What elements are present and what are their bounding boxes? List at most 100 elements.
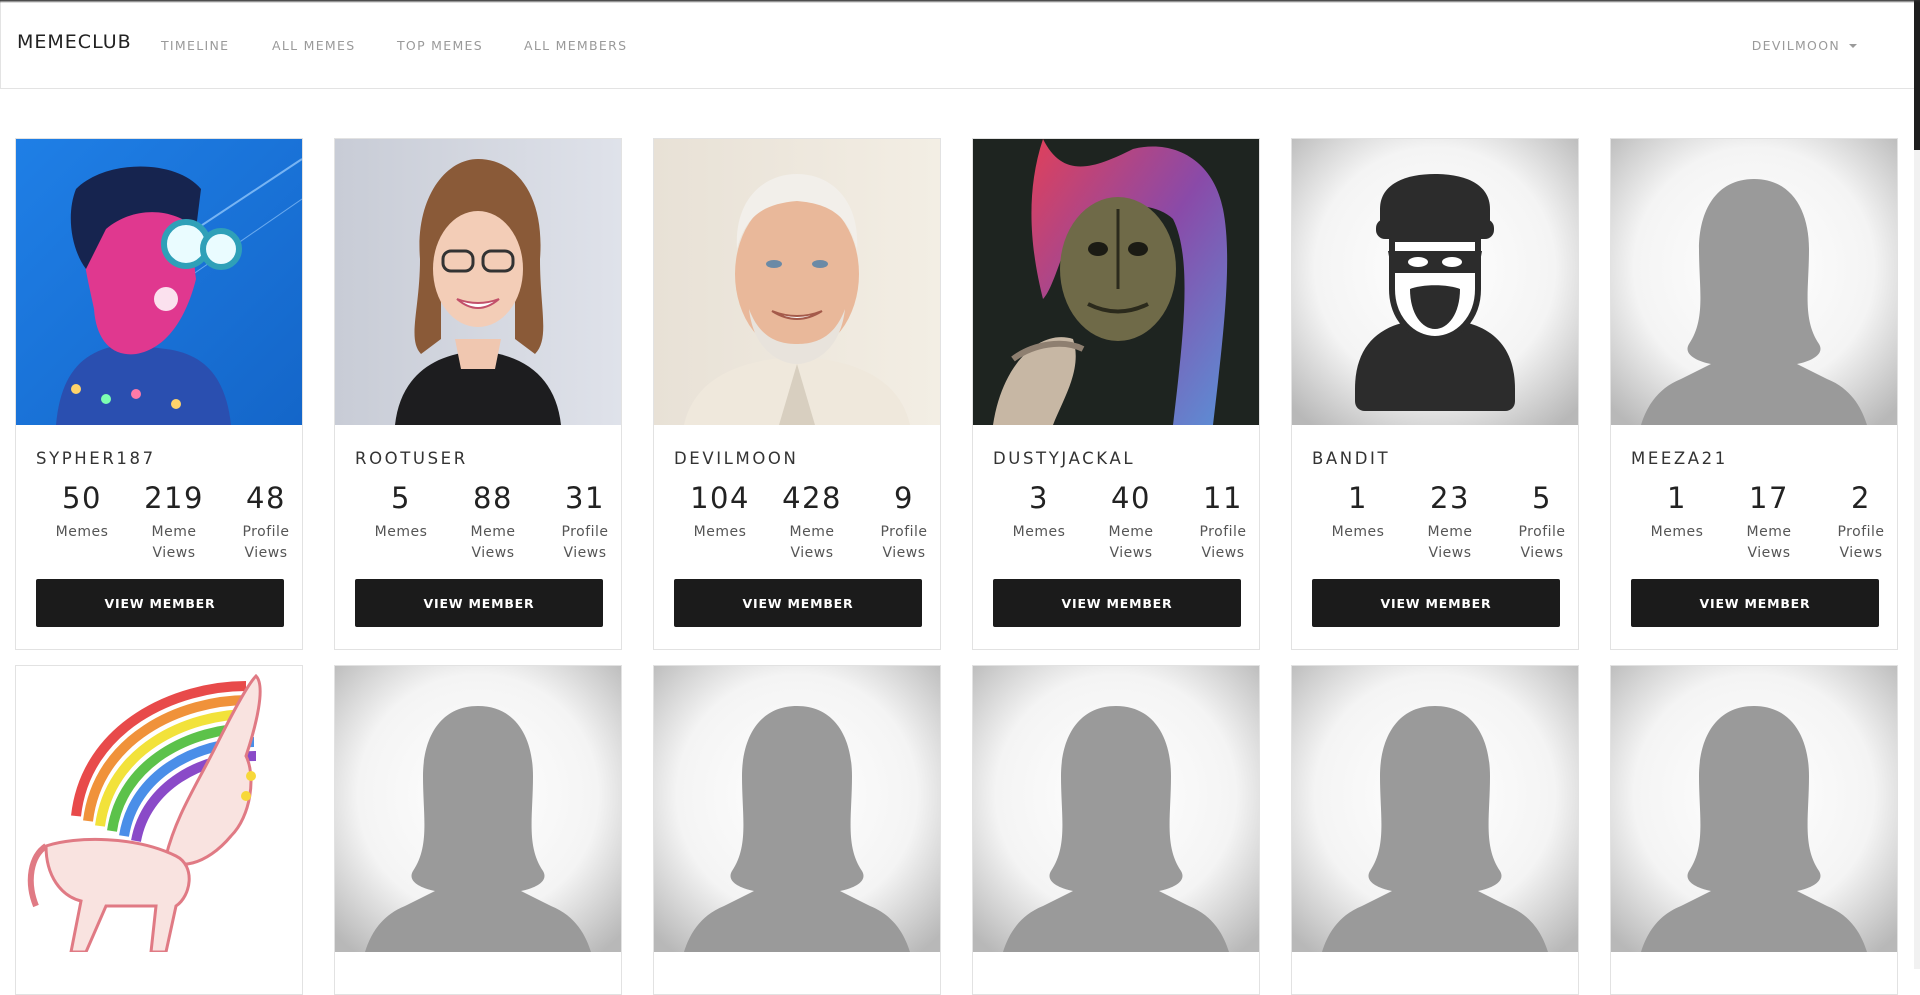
nav-link-all-members[interactable]: ALL MEMBERS xyxy=(524,38,627,53)
memes-stat: 1 Memes xyxy=(1631,481,1723,543)
masked-rocker-image xyxy=(973,139,1259,425)
stat-value: 31 xyxy=(565,481,605,515)
scrollbar-thumb[interactable] xyxy=(1914,0,1920,150)
nav-link-timeline[interactable]: TIMELINE xyxy=(161,38,229,53)
member-avatar[interactable] xyxy=(16,666,302,952)
member-card: BANDIT 1 Memes 23 Meme Views 5 Profile Views VI… xyxy=(1291,138,1579,650)
view-member-button[interactable]: VIEW MEMBER xyxy=(1631,579,1879,627)
stat-label: Profile Views xyxy=(880,523,928,561)
stat-value: 9 xyxy=(894,481,914,515)
member-avatar[interactable] xyxy=(16,139,302,425)
memes-stat: 50 Memes xyxy=(36,481,128,543)
member-card xyxy=(15,665,303,995)
member-avatar[interactable] xyxy=(1292,666,1578,952)
default-silhouette-image xyxy=(1611,666,1897,952)
profile-views-stat: 5 Profile Views xyxy=(1496,481,1578,564)
meme-views-stat: 17 Meme Views xyxy=(1723,481,1815,564)
stat-value: 17 xyxy=(1749,481,1789,515)
member-card xyxy=(334,665,622,995)
member-avatar[interactable] xyxy=(1292,139,1578,425)
profile-views-stat: 11 Profile Views xyxy=(1177,481,1259,564)
member-avatar[interactable] xyxy=(335,139,621,425)
member-card: SYPHER187 50 Memes 219 Meme Views 48 Profile V… xyxy=(15,138,303,650)
member-name: MEEZA21 xyxy=(1631,449,1728,468)
stat-label: Memes xyxy=(55,523,109,540)
member-avatar[interactable] xyxy=(654,139,940,425)
stat-label: Profile Views xyxy=(1837,523,1885,561)
meme-views-stat: 428 Meme Views xyxy=(766,481,858,564)
member-card: DEVILMOON 104 Memes 428 Meme Views 9 Profile V… xyxy=(653,138,941,650)
member-card: ROOTUSER 5 Memes 88 Meme Views 31 Profile View… xyxy=(334,138,622,650)
stat-value: 219 xyxy=(144,481,204,515)
caret-down-icon xyxy=(1849,44,1857,48)
user-menu-dropdown[interactable]: DEVILMOON xyxy=(1752,38,1857,53)
meme-views-stat: 23 Meme Views xyxy=(1404,481,1496,564)
member-name: DEVILMOON xyxy=(674,449,799,468)
stat-value: 1 xyxy=(1667,481,1687,515)
view-member-button[interactable]: VIEW MEMBER xyxy=(355,579,603,627)
member-card: MEEZA21 1 Memes 17 Meme Views 2 Profile Views V… xyxy=(1610,138,1898,650)
stat-value: 40 xyxy=(1111,481,1151,515)
stat-value: 88 xyxy=(473,481,513,515)
member-card xyxy=(972,665,1260,995)
memes-stat: 104 Memes xyxy=(674,481,766,543)
default-silhouette-image xyxy=(973,666,1259,952)
stat-value: 50 xyxy=(62,481,102,515)
stat-label: Memes xyxy=(1012,523,1066,540)
stat-value: 3 xyxy=(1029,481,1049,515)
view-member-button[interactable]: VIEW MEMBER xyxy=(1312,579,1560,627)
view-member-button[interactable]: VIEW MEMBER xyxy=(674,579,922,627)
member-name: SYPHER187 xyxy=(36,449,156,468)
stat-value: 11 xyxy=(1203,481,1243,515)
member-card xyxy=(1610,665,1898,995)
stat-label: Profile Views xyxy=(561,523,609,561)
stat-label: Memes xyxy=(1650,523,1704,540)
profile-views-stat: 31 Profile Views xyxy=(539,481,621,564)
member-avatar[interactable] xyxy=(1611,666,1897,952)
member-avatar[interactable] xyxy=(1611,139,1897,425)
rainbow-unicorn-image xyxy=(16,666,302,952)
stat-label: Meme Views xyxy=(151,523,197,561)
stat-label: Meme Views xyxy=(1746,523,1792,561)
default-silhouette-image xyxy=(1611,139,1897,425)
member-name: ROOTUSER xyxy=(355,449,468,468)
nav-link-all-memes[interactable]: ALL MEMES xyxy=(272,38,355,53)
stat-label: Meme Views xyxy=(470,523,516,561)
member-avatar[interactable] xyxy=(335,666,621,952)
stat-label: Memes xyxy=(1331,523,1385,540)
member-name: DUSTYJACKAL xyxy=(993,449,1136,468)
member-avatar[interactable] xyxy=(654,666,940,952)
old-man-portrait-image xyxy=(654,139,940,425)
top-navbar: MEMECLUB TIMELINE ALL MEMES TOP MEMES AL… xyxy=(0,0,1918,89)
profile-views-stat: 2 Profile Views xyxy=(1815,481,1897,564)
stat-label: Memes xyxy=(693,523,747,540)
view-member-button[interactable]: VIEW MEMBER xyxy=(993,579,1241,627)
cyberpunk-art-image xyxy=(16,139,302,425)
stat-label: Profile Views xyxy=(1199,523,1247,561)
user-menu-label: DEVILMOON xyxy=(1751,38,1840,53)
view-member-button[interactable]: VIEW MEMBER xyxy=(36,579,284,627)
meme-views-stat: 40 Meme Views xyxy=(1085,481,1177,564)
nav-link-top-memes[interactable]: TOP MEMES xyxy=(397,38,483,53)
brand-logo[interactable]: MEMECLUB xyxy=(17,31,132,53)
window-top-shadow xyxy=(0,0,1920,3)
memes-stat: 5 Memes xyxy=(355,481,447,543)
stat-label: Meme Views xyxy=(789,523,835,561)
default-silhouette-image xyxy=(1292,666,1578,952)
meme-views-stat: 88 Meme Views xyxy=(447,481,539,564)
stat-label: Meme Views xyxy=(1427,523,1473,561)
stat-label: Profile Views xyxy=(1518,523,1566,561)
profile-views-stat: 48 Profile Views xyxy=(220,481,302,564)
stat-value: 5 xyxy=(391,481,411,515)
memes-stat: 1 Memes xyxy=(1312,481,1404,543)
member-avatar[interactable] xyxy=(973,139,1259,425)
member-avatar[interactable] xyxy=(973,666,1259,952)
page-scrollbar[interactable] xyxy=(1914,0,1920,969)
stat-value: 104 xyxy=(690,481,750,515)
stat-value: 5 xyxy=(1532,481,1552,515)
bandit-icon-image xyxy=(1292,139,1578,425)
stat-value: 1 xyxy=(1348,481,1368,515)
meme-views-stat: 219 Meme Views xyxy=(128,481,220,564)
woman-portrait-image xyxy=(335,139,621,425)
member-card xyxy=(1291,665,1579,995)
